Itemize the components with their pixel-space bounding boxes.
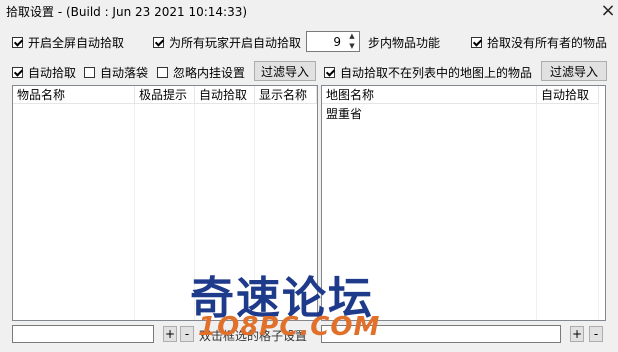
column-header-map-name[interactable]: 地图名称: [322, 86, 537, 104]
map-name-cell: 盟重省: [326, 107, 363, 121]
checkbox-checked-icon[interactable]: [12, 37, 23, 48]
checkbox-unchecked-icon[interactable]: [157, 67, 168, 78]
spin-down-icon[interactable]: ▼: [345, 42, 359, 51]
checkbox-checked-icon[interactable]: [153, 37, 164, 48]
auto-pickup-label: 自动拾取: [28, 66, 77, 80]
left-filter-import-button[interactable]: 过滤导入: [254, 61, 316, 81]
column-divider: [536, 104, 537, 320]
all-players-pickup-label: 为所有玩家开启自动拾取: [169, 36, 302, 50]
window-title: 拾取设置 - (Build : Jun 23 2021 10:14:33): [6, 5, 248, 19]
item-name-input[interactable]: [12, 325, 154, 343]
fullscreen-pickup-label: 开启全屏自动拾取: [28, 36, 125, 50]
pickup-not-in-map-list-label: 自动拾取不在列表中的地图上的物品: [340, 66, 533, 80]
step-spinner[interactable]: 9 ▲ ▼: [306, 31, 360, 52]
column-divider: [598, 104, 599, 320]
table-row[interactable]: 盟重省: [326, 106, 362, 122]
auto-pickup-checkbox[interactable]: 自动拾取: [12, 64, 76, 81]
left-add-button[interactable]: +: [163, 326, 177, 342]
column-header-item-name[interactable]: 物品名称: [13, 86, 135, 104]
pickup-not-in-map-list-checkbox[interactable]: 自动拾取不在列表中的地图上的物品: [324, 64, 532, 81]
checkbox-checked-icon[interactable]: [324, 67, 335, 78]
column-divider: [134, 104, 135, 320]
right-filter-import-button[interactable]: 过滤导入: [541, 61, 607, 81]
auto-drop-label: 自动落袋: [100, 66, 149, 80]
pickup-unowned-checkbox[interactable]: 拾取没有所有者的物品: [471, 34, 607, 51]
all-players-pickup-checkbox[interactable]: 为所有玩家开启自动拾取: [153, 34, 301, 51]
pickup-unowned-label: 拾取没有所有者的物品: [487, 36, 608, 50]
right-add-button[interactable]: +: [570, 326, 584, 342]
close-icon[interactable]: ×: [598, 0, 618, 22]
step-value[interactable]: 9: [333, 35, 341, 49]
checkbox-checked-icon[interactable]: [471, 37, 482, 48]
watermark: 奇速论坛 1O8PC.COM: [190, 262, 430, 342]
column-header-auto-pickup[interactable]: 自动拾取: [195, 86, 255, 104]
checkbox-unchecked-icon[interactable]: [84, 67, 95, 78]
spin-up-icon[interactable]: ▲: [345, 32, 359, 41]
column-header-map-auto-pickup[interactable]: 自动拾取: [537, 86, 599, 104]
auto-drop-checkbox[interactable]: 自动落袋: [84, 64, 148, 81]
column-header-rare-hint[interactable]: 极品提示: [135, 86, 195, 104]
ignore-plugin-label: 忽略内挂设置: [173, 66, 246, 80]
ignore-plugin-checkbox[interactable]: 忽略内挂设置: [157, 64, 245, 81]
watermark-en: 1O8PC.COM: [198, 312, 381, 342]
fullscreen-pickup-checkbox[interactable]: 开启全屏自动拾取: [12, 34, 124, 51]
checkbox-checked-icon[interactable]: [12, 67, 23, 78]
column-header-display-name[interactable]: 显示名称: [255, 86, 317, 104]
step-label: 步内物品功能: [368, 36, 441, 50]
right-remove-button[interactable]: -: [589, 326, 603, 342]
